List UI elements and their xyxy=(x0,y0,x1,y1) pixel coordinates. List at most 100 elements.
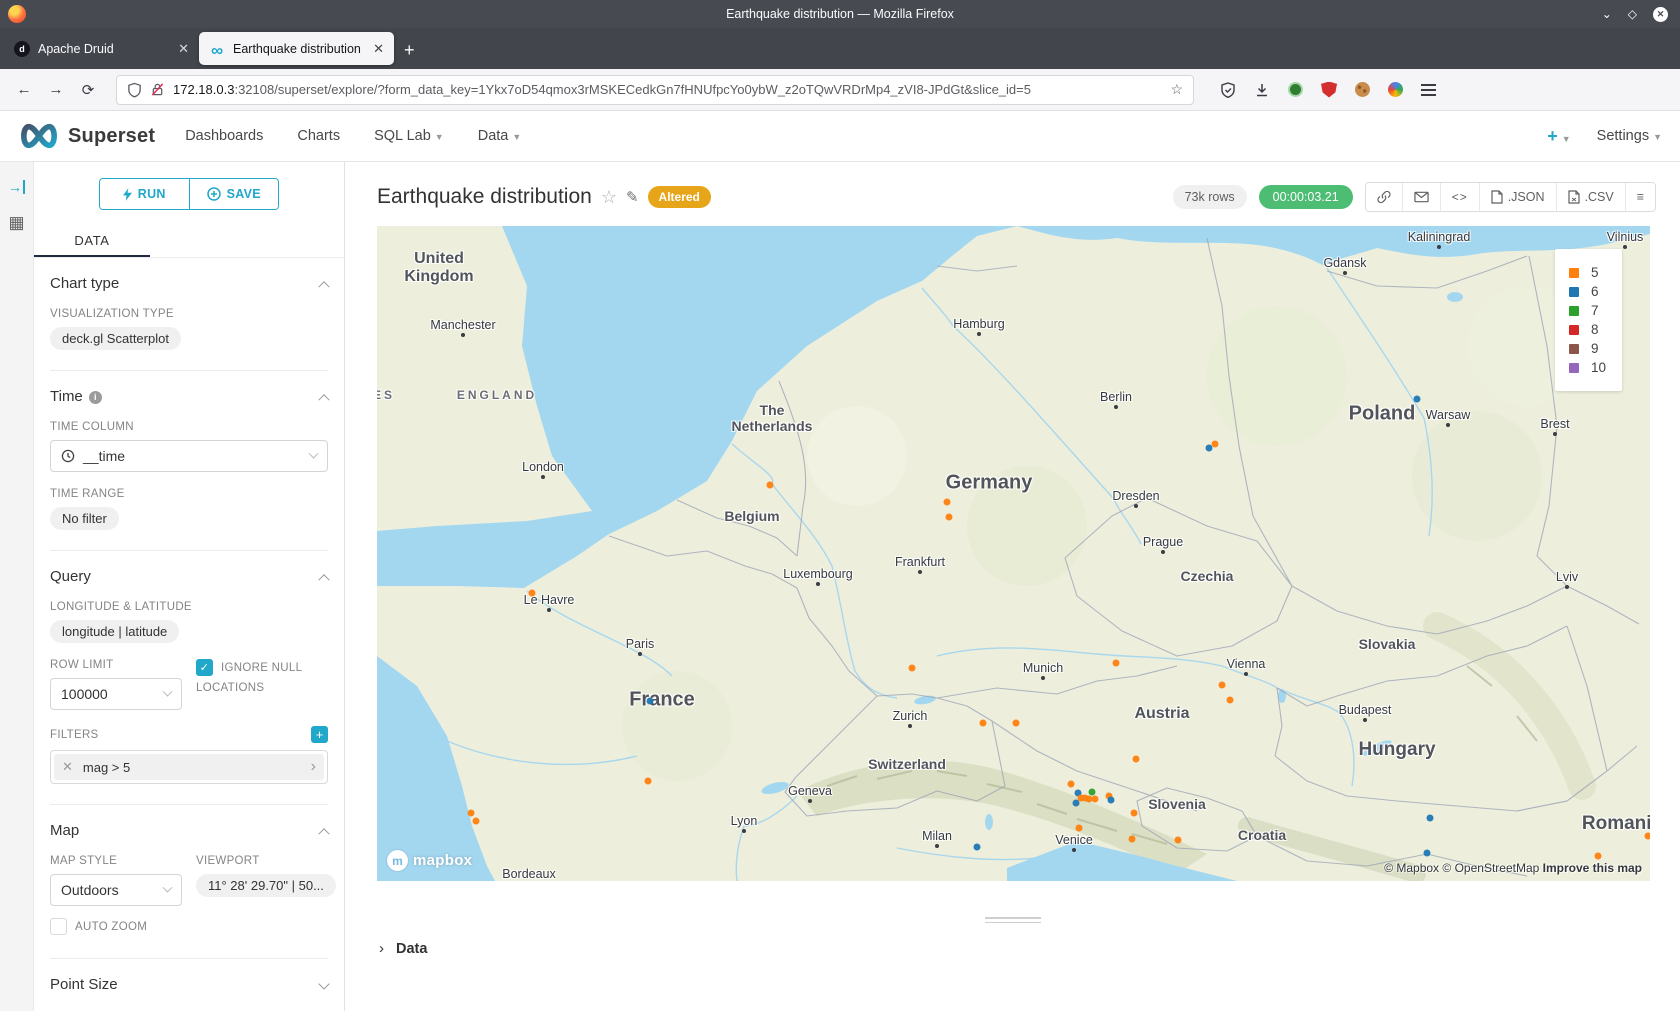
row-limit-label: ROW LIMIT xyxy=(50,659,182,671)
more-options-button[interactable]: ≡ xyxy=(1625,183,1655,211)
tab-earthquake-distribution[interactable]: ∞ Earthquake distribution ✕ xyxy=(199,32,394,65)
map-city-label: Gdansk xyxy=(1323,256,1366,270)
legend-item: 6 xyxy=(1569,284,1606,299)
protections-shield-icon[interactable] xyxy=(1220,82,1236,98)
panel-resize-handle[interactable] xyxy=(985,917,1041,923)
export-json-button[interactable]: .JSON xyxy=(1479,183,1556,211)
edit-title-icon[interactable]: ✎ xyxy=(626,188,639,206)
viewport-pill[interactable]: 11° 28' 29.70" | 50... xyxy=(196,874,336,897)
attribution-mapbox-link[interactable]: © Mapbox xyxy=(1384,861,1439,875)
window-minimize-icon[interactable]: ⌄ xyxy=(1602,8,1612,20)
lonlat-pill[interactable]: longitude | latitude xyxy=(50,620,179,643)
legend-swatch xyxy=(1569,268,1579,278)
auto-zoom-control: AUTO ZOOM xyxy=(50,918,328,938)
auto-zoom-checkbox[interactable] xyxy=(50,918,67,935)
attribution-improve-link[interactable]: Improve this map xyxy=(1543,861,1642,875)
map-city-label: Frankfurt xyxy=(895,555,945,569)
chevron-up-icon xyxy=(318,574,329,585)
nav-charts[interactable]: Charts xyxy=(297,128,340,144)
scatter-point xyxy=(946,514,953,521)
insecure-lock-icon[interactable] xyxy=(150,82,165,97)
ublock-extension-icon[interactable]: 2 xyxy=(1321,82,1337,98)
legend-swatch xyxy=(1569,325,1579,335)
new-tab-button[interactable]: + xyxy=(404,40,415,61)
remove-filter-icon[interactable]: ✕ xyxy=(62,759,73,775)
extension-pinwheel-icon[interactable] xyxy=(1388,82,1403,97)
section-title: Point Size xyxy=(50,976,118,993)
chevron-up-icon xyxy=(318,828,329,839)
mapbox-wordmark: mapbox xyxy=(413,852,472,869)
nav-dashboards[interactable]: Dashboards xyxy=(185,128,263,144)
tab-data[interactable]: DATA xyxy=(34,224,150,257)
row-limit-select[interactable]: 100000 xyxy=(50,678,182,710)
chevron-right-icon: › xyxy=(379,940,384,957)
map-city-dot xyxy=(1244,672,1248,676)
tab-apache-druid[interactable]: d Apache Druid ✕ xyxy=(4,32,199,65)
section-point-size: Point Size xyxy=(50,959,328,1011)
scatter-point xyxy=(980,720,987,727)
url-field[interactable]: 172.18.0.3:32108/superset/explore/?form_… xyxy=(116,75,1194,105)
download-icon[interactable] xyxy=(1254,82,1270,98)
map-city-dot xyxy=(1114,405,1118,409)
window-maximize-icon[interactable]: ◇ xyxy=(1628,8,1637,20)
cookie-extension-icon[interactable] xyxy=(1355,82,1370,97)
save-button[interactable]: SAVE xyxy=(189,179,279,209)
section-header[interactable]: Chart type xyxy=(50,275,328,292)
embed-code-button[interactable]: <> xyxy=(1440,183,1479,211)
permissions-shield-icon[interactable] xyxy=(127,82,142,98)
expand-panel-icon[interactable]: → xyxy=(8,180,25,194)
attribution-osm-link[interactable]: © OpenStreetMap xyxy=(1442,861,1539,875)
legend-item: 9 xyxy=(1569,341,1606,356)
reload-button[interactable]: ⟳ xyxy=(74,81,102,99)
window-close-icon[interactable]: ✕ xyxy=(1653,7,1668,22)
data-panel-toggle[interactable]: › Data xyxy=(345,926,1680,957)
superset-brand[interactable]: Superset xyxy=(18,122,155,150)
bookmark-star-icon[interactable]: ☆ xyxy=(1170,81,1183,98)
new-item-button[interactable]: +▼ xyxy=(1547,126,1570,147)
menu-hamburger-icon[interactable] xyxy=(1421,81,1436,99)
section-header[interactable]: Point Size xyxy=(50,976,328,993)
scatter-point xyxy=(468,810,475,817)
legend-item: 7 xyxy=(1569,303,1606,318)
caret-down-icon: ▼ xyxy=(512,132,521,142)
tab-close-icon[interactable]: ✕ xyxy=(178,41,189,57)
export-csv-button[interactable]: .CSV xyxy=(1556,183,1625,211)
map-style-select[interactable]: Outdoors xyxy=(50,874,182,906)
map-city-dot xyxy=(1553,432,1557,436)
time-range-pill[interactable]: No filter xyxy=(50,507,119,530)
add-filter-button[interactable]: + xyxy=(311,726,328,743)
forward-button[interactable]: → xyxy=(42,81,70,98)
url-text[interactable]: 172.18.0.3:32108/superset/explore/?form_… xyxy=(173,82,1162,97)
map-city-dot xyxy=(1343,271,1347,275)
favorite-star-icon[interactable]: ☆ xyxy=(601,187,617,208)
filter-expand-icon[interactable]: › xyxy=(311,759,316,775)
scatter-point xyxy=(1082,795,1089,802)
dataset-grid-icon[interactable]: ▦ xyxy=(8,214,24,231)
section-header[interactable]: Timei xyxy=(50,388,328,405)
altered-badge[interactable]: Altered xyxy=(648,186,711,208)
section-header[interactable]: Query xyxy=(50,568,328,585)
filter-chip[interactable]: ✕ mag > 5 › xyxy=(54,754,324,780)
section-header[interactable]: Map xyxy=(50,822,328,839)
time-column-select[interactable]: __time xyxy=(50,440,328,472)
legend-value: 5 xyxy=(1591,265,1599,280)
nav-sql-lab[interactable]: SQL Lab▼ xyxy=(374,128,444,144)
ignore-null-checkbox[interactable]: ✓ xyxy=(196,659,213,676)
map-country-label: Croatia xyxy=(1238,827,1286,843)
share-link-button[interactable] xyxy=(1366,183,1402,211)
scatter-point xyxy=(529,590,536,597)
viz-type-pill[interactable]: deck.gl Scatterplot xyxy=(50,327,181,350)
email-button[interactable] xyxy=(1402,183,1440,211)
back-button[interactable]: ← xyxy=(10,81,38,98)
tab-close-icon[interactable]: ✕ xyxy=(373,41,384,57)
run-button[interactable]: RUN xyxy=(100,179,189,209)
privacy-extension-icon[interactable] xyxy=(1288,82,1303,97)
map-city-dot xyxy=(638,652,642,656)
settings-menu[interactable]: Settings▼ xyxy=(1597,128,1662,144)
auto-zoom-label: AUTO ZOOM xyxy=(75,921,147,933)
nav-data[interactable]: Data▼ xyxy=(478,128,522,144)
scatter-point xyxy=(1219,682,1226,689)
mapbox-logo[interactable]: m mapbox xyxy=(387,850,472,871)
deckgl-map[interactable]: United KingdomENGLANDESThe NetherlandsBe… xyxy=(377,226,1650,881)
row-limit-value: 100000 xyxy=(61,686,108,702)
